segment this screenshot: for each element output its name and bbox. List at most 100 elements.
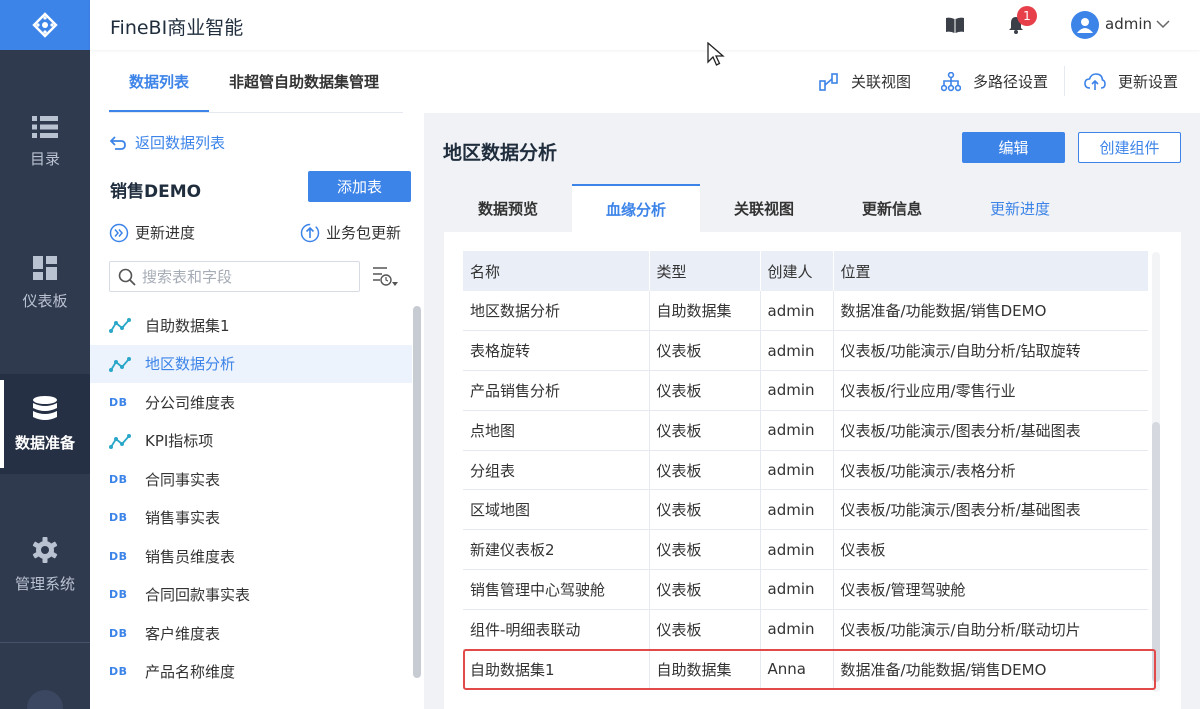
multipath-label: 多路径设置 [973, 73, 1049, 91]
table-row[interactable]: 分组表 仪表板 admin 仪表板/功能演示/表格分析 [463, 450, 1148, 491]
list-icon [32, 115, 58, 138]
cell-type: 仪表板 [649, 609, 761, 650]
tab-update-progress[interactable]: 更新进度 [956, 184, 1084, 232]
cell-creator: Anna [760, 649, 834, 690]
cell-name: 地区数据分析 [463, 291, 650, 332]
column-header-name: 名称 [463, 251, 650, 291]
db-tag: DB [109, 472, 128, 486]
list-item-label: 分公司维度表 [145, 393, 236, 412]
top-header: FineBI商业智能 1 admin [90, 0, 1200, 50]
nav-label: 仪表板 [22, 291, 68, 310]
list-item[interactable]: DB 合同回款事实表 [90, 576, 412, 615]
db-tag: DB [109, 395, 128, 409]
db-table-icon: DB [109, 665, 131, 678]
tab-update-info[interactable]: 更新信息 [828, 184, 956, 232]
package-update-label: 业务包更新 [326, 224, 402, 242]
filter-sort-icon[interactable] [372, 266, 398, 288]
package-update-button[interactable]: 业务包更新 [300, 222, 401, 243]
nav-divider [0, 642, 90, 643]
create-component-button[interactable]: 创建组件 [1078, 132, 1181, 163]
book-icon[interactable] [946, 17, 964, 33]
nav-item-admin[interactable]: 管理系统 [0, 515, 90, 615]
list-item-label: 地区数据分析 [145, 355, 236, 374]
tab-self-service-manage[interactable]: 非超管自助数据集管理 [229, 71, 379, 92]
nav-item-data-prep[interactable]: 数据准备 [0, 374, 90, 474]
nav-item-dashboard[interactable]: 仪表板 [0, 233, 90, 333]
table-scrollbar[interactable] [1152, 422, 1160, 682]
db-tag: DB [109, 588, 128, 602]
back-arrow-icon [110, 135, 126, 150]
list-item[interactable]: DB 合同事实表 [90, 460, 412, 499]
cell-type: 仪表板 [649, 410, 761, 451]
cell-location: 仪表板/行业应用/零售行业 [833, 370, 1148, 411]
logo-icon [32, 12, 58, 38]
table-row[interactable]: 区域地图 仪表板 admin 仪表板/功能演示/图表分析/基础图表 [463, 489, 1148, 531]
cell-location: 数据准备/功能数据/销售DEMO [833, 649, 1148, 690]
list-item[interactable]: 地区数据分析 [90, 344, 412, 383]
cell-location: 仪表板 [833, 529, 1148, 571]
list-item-label: 销售员维度表 [145, 547, 236, 566]
search-input[interactable] [142, 267, 342, 286]
list-item[interactable]: KPI指标项 [90, 422, 412, 461]
tab-data-list[interactable]: 数据列表 [129, 71, 189, 92]
list-scrollbar[interactable] [413, 306, 421, 678]
tab-data-preview[interactable]: 数据预览 [444, 184, 572, 232]
cell-type: 自助数据集 [649, 649, 761, 690]
table-row[interactable]: 销售管理中心驾驶舱 仪表板 admin 仪表板/管理驾驶舱 [463, 569, 1148, 610]
cell-location: 仪表板/功能演示/自助分析/联动切片 [833, 609, 1148, 650]
nav-item-catalog[interactable]: 目录 [0, 92, 90, 192]
table-row[interactable]: 地区数据分析 自助数据集 admin 数据准备/功能数据/销售DEMO [463, 291, 1148, 332]
search-box[interactable] [109, 261, 360, 292]
avatar[interactable] [1071, 11, 1099, 39]
cell-name: 自助数据集1 [463, 649, 650, 690]
multipath-icon [941, 71, 961, 91]
table-row[interactable]: 组件-明细表联动 仪表板 admin 仪表板/功能演示/自助分析/联动切片 [463, 609, 1148, 650]
db-table-icon: DB [109, 511, 131, 524]
cell-creator: admin [760, 410, 834, 451]
relation-view-button[interactable]: 关联视图 [819, 71, 911, 92]
cell-type: 仪表板 [649, 370, 761, 411]
table-row[interactable]: 点地图 仪表板 admin 仪表板/功能演示/图表分析/基础图表 [463, 410, 1148, 451]
table-row[interactable]: 产品销售分析 仪表板 admin 仪表板/行业应用/零售行业 [463, 370, 1148, 411]
table-row[interactable]: 新建仪表板2 仪表板 admin 仪表板 [463, 529, 1148, 571]
list-item[interactable]: DB 产品名称维度 [90, 653, 412, 692]
chevron-down-icon[interactable] [1156, 20, 1170, 29]
list-item-label: KPI指标项 [145, 432, 214, 451]
tab-divider [109, 112, 403, 113]
database-icon [33, 395, 57, 420]
table-row[interactable]: 表格旋转 仪表板 admin 仪表板/功能演示/自助分析/钻取旋转 [463, 330, 1148, 372]
nav-bottom-button[interactable] [27, 690, 63, 709]
cell-location: 仪表板/功能演示/图表分析/基础图表 [833, 489, 1148, 531]
edit-button[interactable]: 编辑 [962, 132, 1065, 163]
cell-location: 数据准备/功能数据/销售DEMO [833, 291, 1148, 332]
tab-lineage[interactable]: 血缘分析 [572, 184, 700, 232]
list-item[interactable]: 自助数据集1 [90, 306, 412, 345]
list-item[interactable]: DB 客户维度表 [90, 614, 412, 653]
side-nav: 目录 仪表板 数据准备 管理系统 [0, 0, 90, 709]
list-item-label: 合同事实表 [145, 470, 221, 489]
mouse-cursor-icon [707, 42, 725, 66]
username[interactable]: admin [1105, 15, 1152, 33]
multipath-settings-button[interactable]: 多路径设置 [941, 71, 1048, 92]
column-header-location: 位置 [833, 251, 1148, 291]
cell-creator: admin [760, 330, 834, 372]
add-table-button[interactable]: 添加表 [308, 171, 411, 202]
cell-type: 仪表板 [649, 529, 761, 571]
table-row[interactable]: 自助数据集1 自助数据集 Anna 数据准备/功能数据/销售DEMO [463, 649, 1148, 690]
dashboard-icon [33, 255, 57, 280]
back-to-list-link[interactable]: 返回数据列表 [110, 132, 225, 153]
update-settings-button[interactable]: 更新设置 [1084, 71, 1178, 92]
cell-name: 点地图 [463, 410, 650, 451]
self-service-dataset-icon [109, 356, 131, 372]
cell-creator: admin [760, 529, 834, 571]
db-table-icon: DB [109, 550, 131, 563]
tab-relation-view[interactable]: 关联视图 [700, 184, 828, 232]
list-item[interactable]: DB 销售事实表 [90, 499, 412, 538]
list-item[interactable]: DB 分公司维度表 [90, 383, 412, 422]
cell-location: 仪表板/功能演示/图表分析/基础图表 [833, 410, 1148, 451]
list-item-label: 自助数据集1 [145, 316, 230, 335]
list-item[interactable]: DB 销售员维度表 [90, 537, 412, 576]
cell-creator: admin [760, 569, 834, 610]
logo[interactable] [0, 0, 90, 50]
update-progress-button[interactable]: 更新进度 [109, 222, 195, 243]
